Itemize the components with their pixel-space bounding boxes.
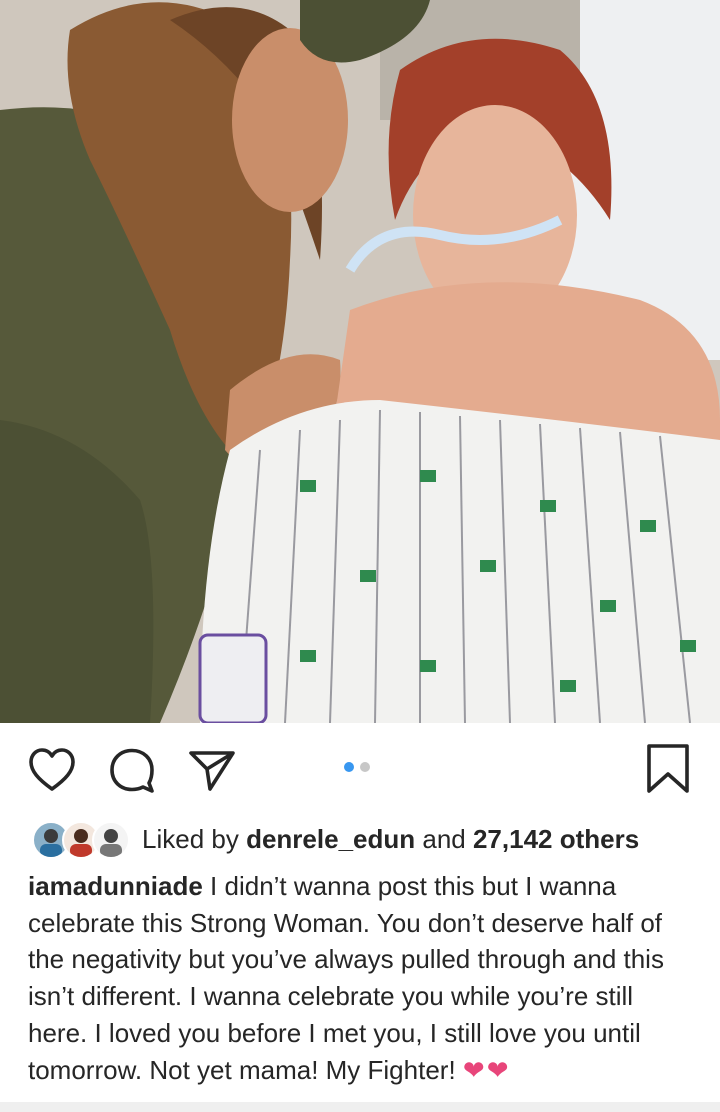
likes-text[interactable]: Liked by denrele_edun and 27,142 others <box>142 824 639 855</box>
carousel-indicator <box>344 762 370 772</box>
heart-emoji: ❤❤ <box>462 1054 511 1085</box>
avatar <box>92 821 130 859</box>
bottom-divider <box>0 1102 720 1112</box>
carousel-dot-active <box>344 762 354 772</box>
hospital-photo-illustration <box>0 0 720 723</box>
carousel-dot <box>360 762 370 772</box>
comment-bubble-icon[interactable] <box>108 747 156 793</box>
caption-username[interactable]: iamadunniade <box>28 871 203 901</box>
likes-middle: and <box>415 823 473 854</box>
paper-plane-icon[interactable] <box>188 747 236 793</box>
heart-outline-icon[interactable] <box>28 747 76 793</box>
caption-text: I didn’t wanna post this but I wanna cel… <box>28 871 664 1085</box>
likes-row[interactable]: Liked by denrele_edun and 27,142 others <box>32 818 639 860</box>
first-liker-username[interactable]: denrele_edun <box>246 824 415 854</box>
liker-avatars[interactable] <box>32 819 130 859</box>
likes-count[interactable]: 27,142 others <box>473 824 639 854</box>
post-caption: iamadunniade I didn’t wanna post this bu… <box>28 868 698 1088</box>
post-photo[interactable] <box>0 0 720 723</box>
bookmark-icon[interactable] <box>644 743 692 795</box>
likes-prefix: Liked by <box>142 823 247 854</box>
